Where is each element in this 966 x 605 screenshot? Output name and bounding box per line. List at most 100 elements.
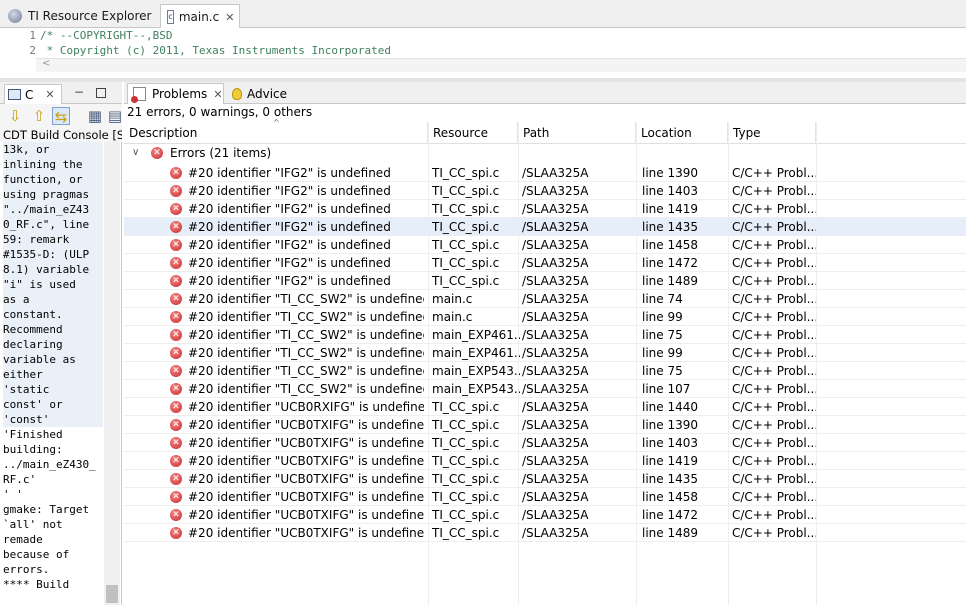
column-header-path[interactable]: Path — [518, 122, 636, 144]
cell-description: #20 identifier "TI_CC_SW2" is undefined — [188, 382, 424, 396]
cell-description: #20 identifier "UCB0TXIFG" is undefined — [188, 490, 424, 504]
cell-description: #20 identifier "UCB0TXIFG" is undefined — [188, 526, 424, 540]
table-row[interactable]: ✕ #20 identifier "IFG2" is undefined TI_CC… — [124, 200, 966, 218]
cell-location: line 1419 — [642, 454, 699, 468]
cell-resource: TI_CC_spi.c — [432, 256, 500, 270]
column-header-description[interactable]: Description — [124, 122, 428, 144]
cell-type: C/C++ Probl... — [732, 328, 816, 342]
arrow-up-icon[interactable]: ⇧ — [30, 107, 48, 125]
cell-type: C/C++ Probl... — [732, 382, 816, 396]
display-console-icon[interactable]: ▤ — [106, 107, 124, 125]
error-icon: ✕ — [170, 509, 182, 521]
table-row[interactable]: ✕ #20 identifier "IFG2" is undefined TI_CC… — [124, 236, 966, 254]
console-line: #1535-D: (ULP — [3, 247, 103, 262]
link-icon[interactable]: ⇆ — [52, 107, 70, 126]
table-row[interactable]: ✕ #20 identifier "TI_CC_SW2" is undefined… — [124, 362, 966, 380]
editor-horizontal-scrollbar[interactable]: < — [36, 58, 966, 72]
console-title: CDT Build Console [SLAA325A] — [0, 128, 122, 142]
cell-resource: TI_CC_spi.c — [432, 220, 500, 234]
cell-path: /SLAA325A — [522, 184, 589, 198]
error-icon: ✕ — [170, 203, 182, 215]
cell-resource: TI_CC_spi.c — [432, 238, 500, 252]
cell-description: #20 identifier "IFG2" is undefined — [188, 238, 391, 252]
cell-description: #20 identifier "TI_CC_SW2" is undefined — [188, 346, 424, 360]
table-row[interactable]: ✕ #20 identifier "UCB0TXIFG" is undefined… — [124, 524, 966, 542]
arrow-down-icon[interactable]: ⇩ — [6, 107, 24, 125]
table-row[interactable]: ✕ #20 identifier "IFG2" is undefined TI_CC… — [124, 218, 966, 236]
error-icon: ✕ — [170, 419, 182, 431]
cell-resource: main_EXP461... — [432, 346, 520, 360]
cell-resource: TI_CC_spi.c — [432, 490, 500, 504]
console-line: constant. — [3, 307, 103, 322]
error-icon: ✕ — [170, 275, 182, 287]
line-number: 1 — [29, 29, 36, 42]
table-row[interactable]: ✕ #20 identifier "TI_CC_SW2" is undefined… — [124, 290, 966, 308]
cell-resource: TI_CC_spi.c — [432, 454, 500, 468]
column-header-type[interactable]: Type — [728, 122, 816, 144]
chevron-down-icon[interactable]: ∨ — [132, 147, 139, 158]
close-icon[interactable]: ✕ — [45, 88, 54, 101]
code-line: * Copyright (c) 2011, Texas Instruments … — [40, 44, 391, 57]
cell-location: line 74 — [642, 292, 683, 306]
table-row[interactable]: ✕ #20 identifier "UCB0TXIFG" is undefined… — [124, 434, 966, 452]
cell-location: line 1435 — [642, 220, 699, 234]
errors-group-row[interactable]: ∨ ✕ Errors (21 items) — [124, 145, 966, 163]
close-icon[interactable]: ✕ — [225, 11, 234, 24]
table-row[interactable]: ✕ #20 identifier "UCB0TXIFG" is undefined… — [124, 488, 966, 506]
close-icon[interactable]: ✕ — [213, 88, 222, 101]
minimize-icon[interactable]: − — [74, 85, 84, 99]
maximize-icon[interactable] — [96, 88, 106, 98]
console-vertical-scrollbar[interactable] — [104, 142, 120, 605]
cell-resource: TI_CC_spi.c — [432, 472, 500, 486]
cell-location: line 1458 — [642, 238, 699, 252]
cell-type: C/C++ Probl... — [732, 220, 816, 234]
error-icon: ✕ — [170, 221, 182, 233]
tab-main-c[interactable]: c main.c ✕ — [160, 4, 240, 29]
table-row[interactable]: ✕ #20 identifier "TI_CC_SW2" is undefined… — [124, 326, 966, 344]
scrollbar-thumb[interactable] — [106, 585, 118, 603]
tab-problems[interactable]: Problems ✕ — [127, 83, 224, 104]
error-icon: ✕ — [170, 473, 182, 485]
console-output[interactable]: 13k, or inlining the function, or using pra… — [3, 142, 103, 605]
console-line: because of — [3, 548, 70, 561]
table-row[interactable]: ✕ #20 identifier "IFG2" is undefined TI_CC… — [124, 272, 966, 290]
table-row[interactable]: ✕ #20 identifier "TI_CC_SW2" is undefined… — [124, 308, 966, 326]
table-row[interactable]: ✕ #20 identifier "IFG2" is undefined TI_CC… — [124, 254, 966, 272]
console-line: errors. — [3, 563, 50, 576]
error-icon: ✕ — [170, 293, 182, 305]
cell-path: /SLAA325A — [522, 310, 589, 324]
cell-path: /SLAA325A — [522, 346, 589, 360]
tab-advice[interactable]: Advice — [228, 83, 287, 104]
scroll-left-icon[interactable]: < — [42, 58, 50, 69]
error-icon: ✕ — [170, 491, 182, 503]
cell-resource: main_EXP543... — [432, 364, 520, 378]
cell-path: /SLAA325A — [522, 202, 589, 216]
console-line: building: — [3, 443, 63, 456]
table-row[interactable]: ✕ #20 identifier "UCB0TXIFG" is undefined… — [124, 416, 966, 434]
tab-ti-resource-explorer[interactable]: TI Resource Explorer — [2, 4, 158, 28]
table-row[interactable]: ✕ #20 identifier "IFG2" is undefined TI_CC… — [124, 182, 966, 200]
table-row[interactable]: ✕ #20 identifier "UCB0TXIFG" is undefined… — [124, 506, 966, 524]
error-icon: ✕ — [170, 167, 182, 179]
table-row[interactable]: ✕ #20 identifier "IFG2" is undefined TI_CC… — [124, 164, 966, 182]
tab-console[interactable]: C ✕ — [4, 84, 62, 104]
cell-path: /SLAA325A — [522, 382, 589, 396]
console-line: ../main_eZ430_ — [3, 458, 96, 471]
cell-path: /SLAA325A — [522, 256, 589, 270]
pin-console-icon[interactable]: ▦ — [86, 107, 104, 125]
cell-path: /SLAA325A — [522, 364, 589, 378]
table-row[interactable]: ✕ #20 identifier "UCB0RXIFG" is undefined… — [124, 398, 966, 416]
table-row[interactable]: ✕ #20 identifier "TI_CC_SW2" is undefined… — [124, 344, 966, 362]
cell-path: /SLAA325A — [522, 472, 589, 486]
table-row[interactable]: ✕ #20 identifier "TI_CC_SW2" is undefined… — [124, 380, 966, 398]
cell-description: #20 identifier "TI_CC_SW2" is undefined — [188, 310, 424, 324]
console-line: RF.c' — [3, 473, 37, 486]
column-header-location[interactable]: Location — [636, 122, 728, 144]
table-row[interactable]: ✕ #20 identifier "UCB0TXIFG" is undefined… — [124, 470, 966, 488]
c-file-icon: c — [167, 10, 174, 24]
table-row[interactable]: ✕ #20 identifier "UCB0TXIFG" is undefined… — [124, 452, 966, 470]
column-header-resource[interactable]: Resource — [428, 122, 518, 144]
problems-view: Problems ✕ Advice 21 errors, 0 warnings,… — [124, 82, 966, 605]
console-line: using pragmas — [3, 187, 103, 202]
cell-path: /SLAA325A — [522, 274, 589, 288]
